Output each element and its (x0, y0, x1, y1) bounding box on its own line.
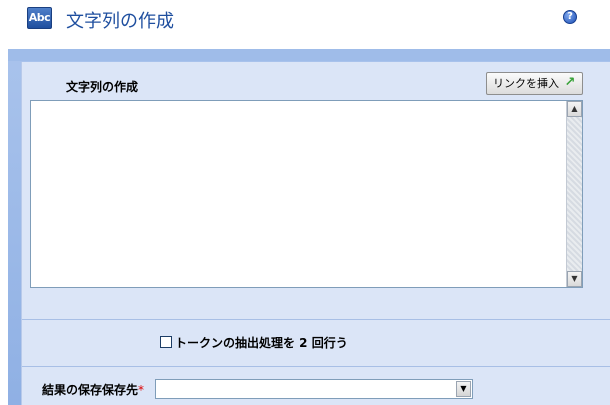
section-divider (22, 319, 610, 320)
insert-link-label: リンクを挿入 (493, 77, 559, 90)
help-icon[interactable]: ? (563, 10, 577, 24)
dialog-frame: 文字列の作成 リンクを挿入 ↗ ▲ ▼ トークンの抽出処理を 2 回行う 結果の… (8, 49, 610, 405)
result-destination-label: 結果の保存保存先* (42, 381, 144, 398)
abc-icon: Abc (27, 7, 52, 29)
form-panel: 文字列の作成 リンクを挿入 ↗ ▲ ▼ トークンの抽出処理を 2 回行う 結果の… (21, 62, 610, 405)
string-textarea[interactable]: ▲ ▼ (30, 100, 583, 288)
section-divider (22, 366, 610, 367)
result-destination-select[interactable]: ▼ (155, 379, 473, 399)
required-marker: * (138, 383, 145, 397)
link-arrow-icon: ↗ (564, 75, 576, 90)
scroll-down-icon[interactable]: ▼ (567, 271, 582, 287)
frame-top-bar (8, 49, 610, 61)
insert-link-button[interactable]: リンクを挿入 ↗ (486, 72, 583, 95)
textarea-scrollbar[interactable]: ▲ ▼ (566, 101, 582, 287)
page-header: Abc 文字列の作成 ? (0, 0, 610, 44)
token-checkbox[interactable] (160, 336, 172, 348)
result-label-text: 結果の保存保存先 (42, 383, 139, 397)
scroll-up-icon[interactable]: ▲ (567, 101, 582, 117)
chevron-down-icon[interactable]: ▼ (456, 381, 471, 397)
section-label: 文字列の作成 (66, 80, 139, 94)
page-title: 文字列の作成 (66, 11, 174, 32)
token-checkbox-label: トークンの抽出処理を 2 回行う (175, 336, 348, 350)
